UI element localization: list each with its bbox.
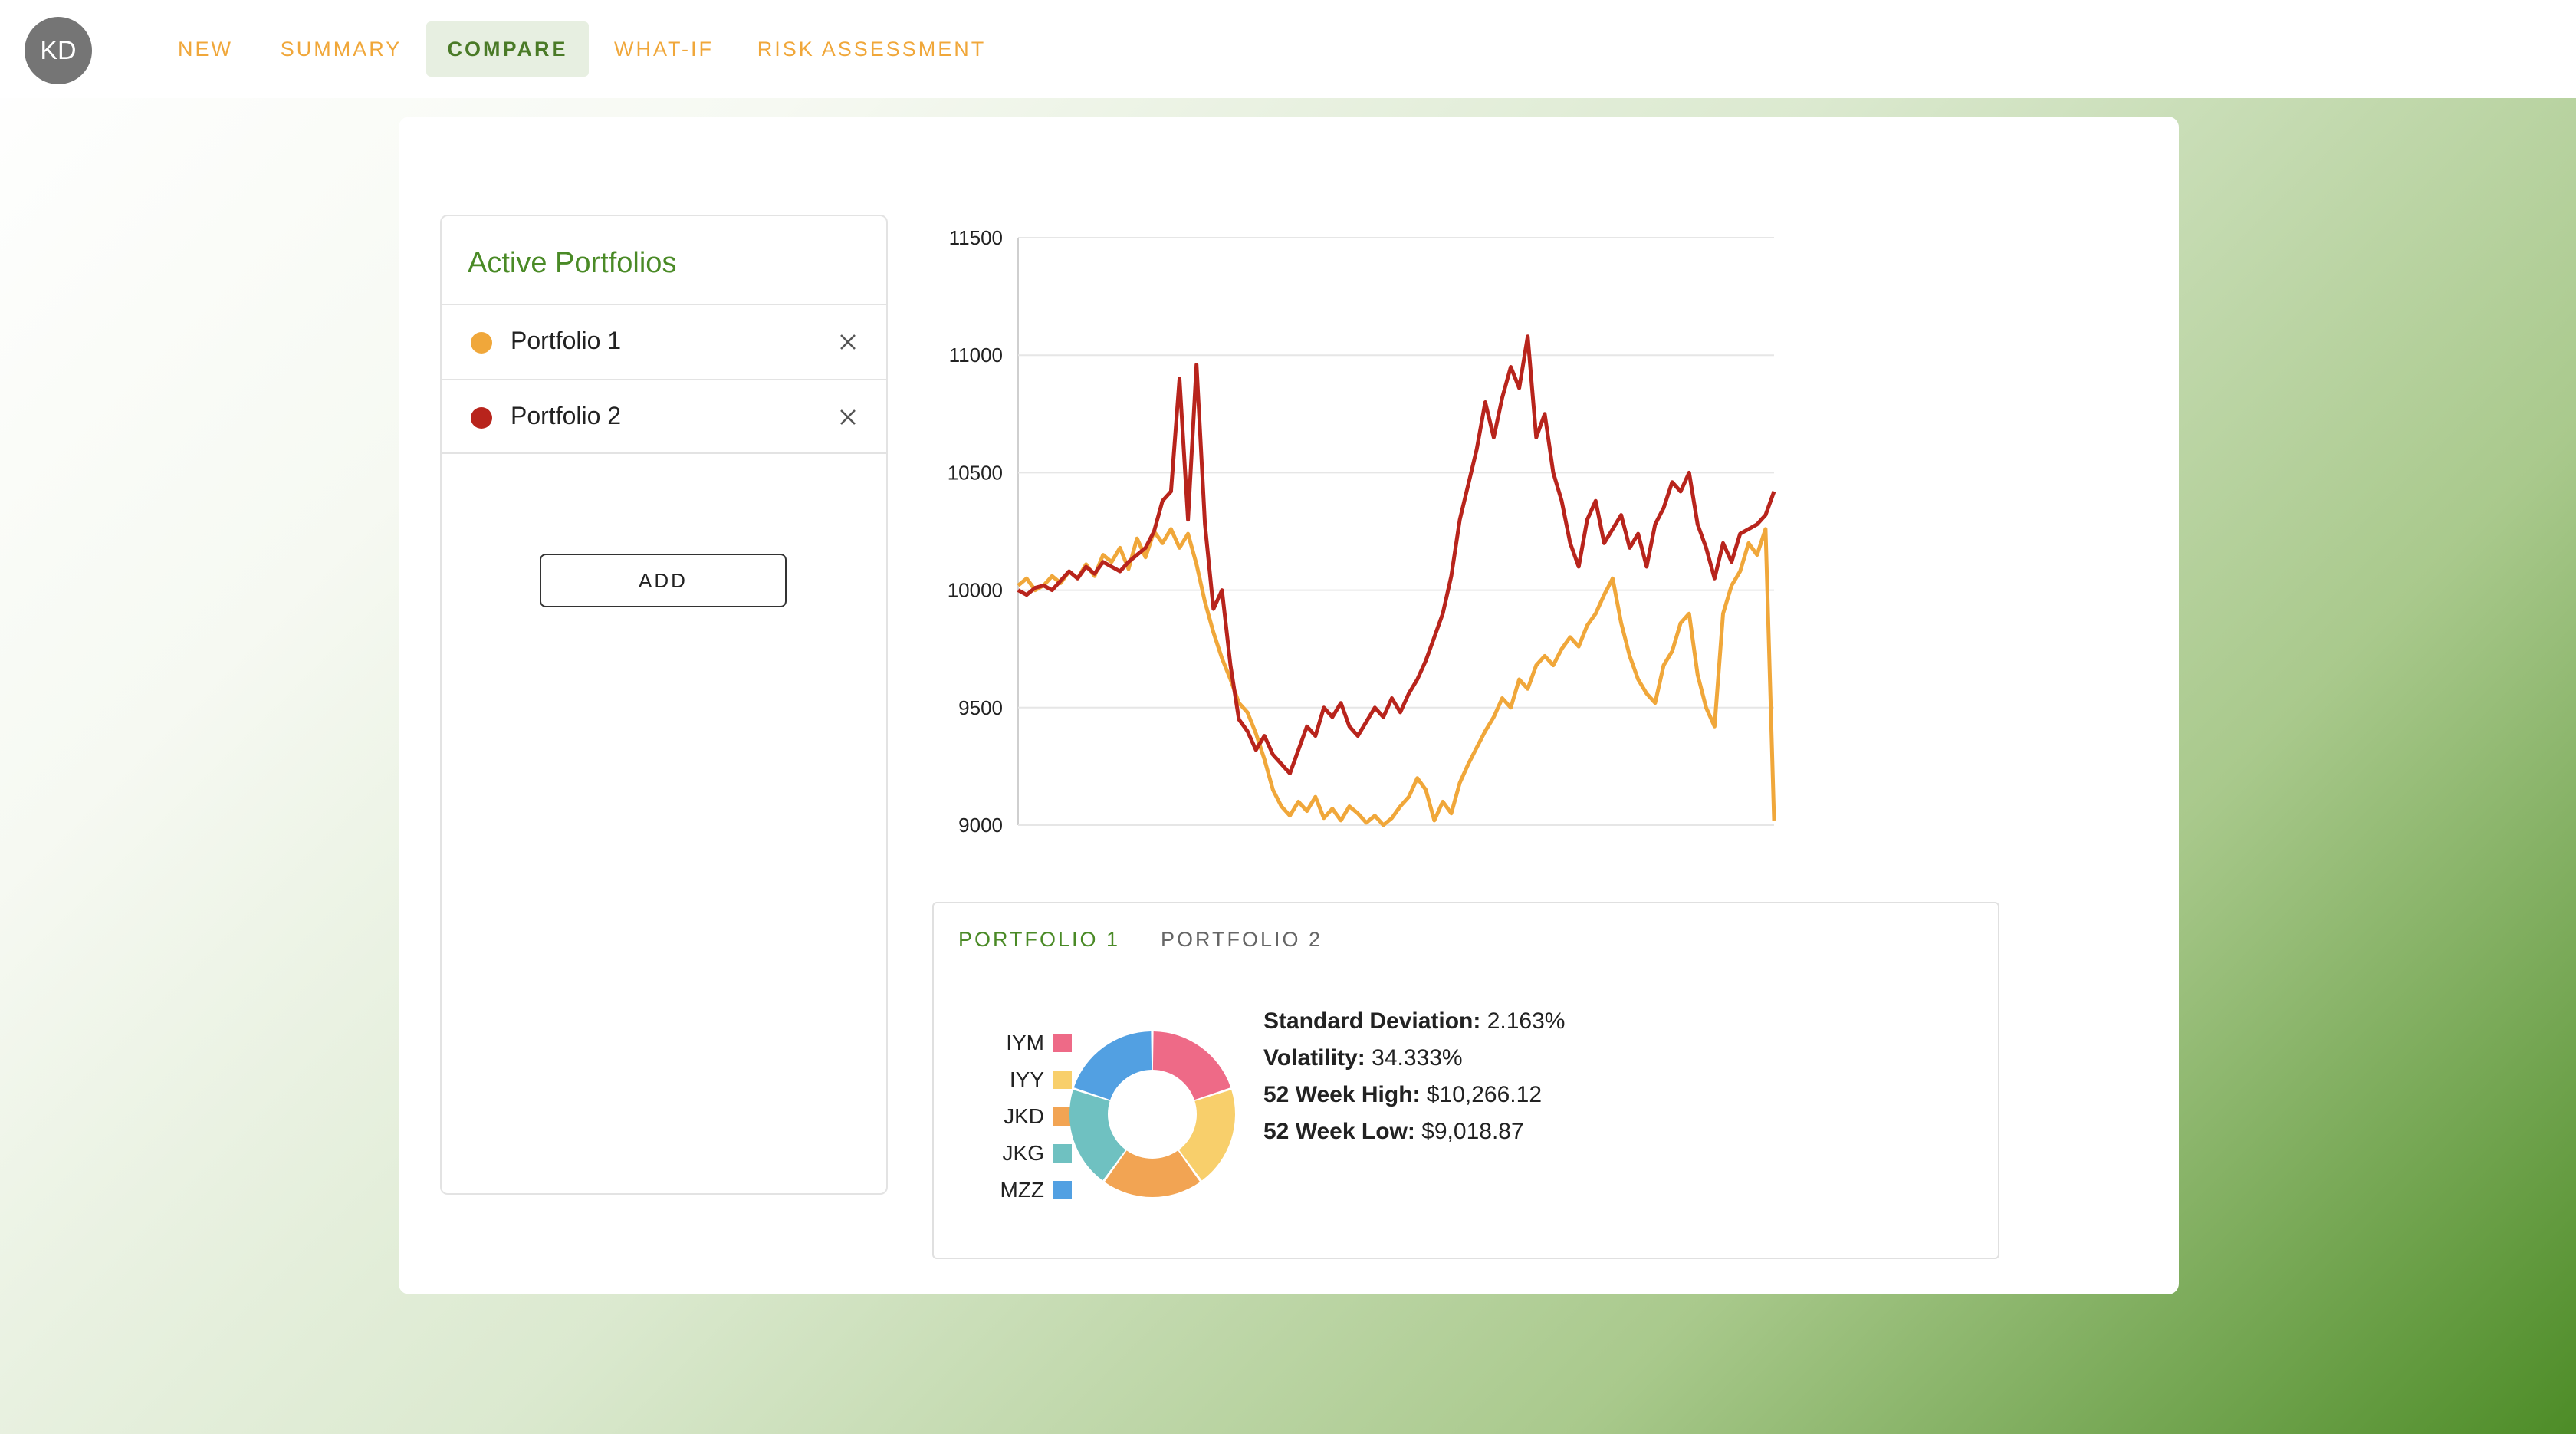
legend-label: JKD (1004, 1104, 1044, 1128)
metric-row: Standard Deviation: 2.163% (1263, 1003, 1565, 1040)
portfolio-value-line-chart: 11500 11000 10500 10000 9500 9000 (948, 226, 1776, 837)
allocation-donut-chart (1070, 1031, 1235, 1197)
user-avatar[interactable]: KD (25, 17, 92, 84)
y-tick-label: 9500 (958, 696, 1003, 719)
portfolio-label: Portfolio 1 (511, 327, 622, 354)
active-portfolios-panel: Active Portfolios Portfolio 1 Portfolio … (440, 215, 888, 1195)
tab-portfolio-1[interactable]: PORTFOLIO 1 (958, 928, 1120, 952)
portfolio-label: Portfolio 2 (511, 402, 622, 429)
metric-label: Standard Deviation: (1263, 1008, 1481, 1034)
portfolio-color-dot (471, 407, 492, 429)
metric-value: 34.333% (1372, 1045, 1463, 1071)
nav-risk-assessment[interactable]: RISK ASSESSMENT (745, 21, 998, 77)
legend-item: JKG (957, 1136, 1079, 1167)
y-tick-label: 10000 (948, 579, 1003, 602)
metric-row: 52 Week High: $10,266.12 (1263, 1077, 1565, 1113)
metric-value: 2.163% (1487, 1008, 1566, 1034)
y-tick-label: 11500 (949, 226, 1003, 249)
portfolio-color-dot (471, 332, 492, 354)
metric-value: $10,266.12 (1426, 1082, 1543, 1107)
legend-item: IYM (957, 1026, 1079, 1057)
nav-new[interactable]: NEW (161, 21, 250, 77)
nav-summary[interactable]: SUMMARY (268, 21, 414, 77)
top-app-bar: KD NEW SUMMARY COMPARE WHAT-IF RISK ASSE… (0, 0, 2576, 98)
metric-label: Volatility: (1263, 1045, 1365, 1071)
remove-portfolio-close-icon[interactable] (825, 394, 871, 440)
tab-portfolio-2[interactable]: PORTFOLIO 2 (1161, 928, 1322, 952)
donut-slice-iym (1152, 1031, 1231, 1100)
panel-title: Active Portfolios (468, 247, 677, 279)
legend-label: IYY (1009, 1067, 1044, 1091)
metrics-list: Standard Deviation: 2.163% Volatility: 3… (1263, 1003, 1565, 1150)
add-portfolio-button[interactable]: ADD (540, 554, 787, 607)
portfolio-row[interactable]: Portfolio 2 (442, 379, 886, 454)
y-tick-label: 9000 (958, 814, 1003, 837)
y-tick-label: 10500 (948, 461, 1003, 484)
legend-label: IYM (1006, 1031, 1044, 1054)
legend-label: MZZ (1000, 1178, 1044, 1202)
nav-what-if[interactable]: WHAT-IF (603, 21, 725, 77)
portfolio-row[interactable]: Portfolio 1 (442, 304, 886, 379)
metric-label: 52 Week Low: (1263, 1119, 1415, 1144)
remove-portfolio-close-icon[interactable] (825, 319, 871, 365)
metric-row: 52 Week Low: $9,018.87 (1263, 1113, 1565, 1150)
portfolio-stats-card: PORTFOLIO 1 PORTFOLIO 2 IYM IYY JKD JKG MZZ … (932, 902, 1999, 1259)
divider (442, 452, 886, 454)
series-line-1 (1017, 527, 1776, 827)
donut-slice-mzz (1073, 1031, 1152, 1100)
legend-item: IYY (957, 1063, 1079, 1094)
y-tick-label: 11000 (949, 344, 1003, 367)
metric-label: 52 Week High: (1263, 1082, 1421, 1107)
metric-row: Volatility: 34.333% (1263, 1040, 1565, 1077)
legend-label: JKG (1002, 1141, 1044, 1165)
legend-item: MZZ (957, 1173, 1079, 1204)
metric-value: $9,018.87 (1421, 1119, 1524, 1144)
legend-item: JKD (957, 1100, 1079, 1130)
nav-compare[interactable]: COMPARE (426, 21, 589, 77)
